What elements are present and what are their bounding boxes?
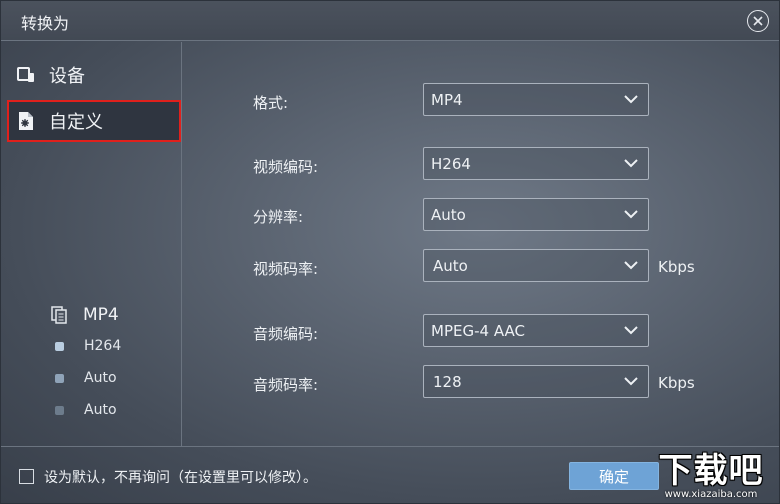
chevron-down-icon [624,261,638,270]
video-bitrate-select[interactable]: Auto [423,249,649,282]
resolution-label: 分辨率: [253,208,304,226]
resolution-select[interactable]: Auto [423,198,649,231]
dialog-title: 转换为 [21,14,70,33]
watermark-url: www.xiazaiba.com [664,488,758,500]
video-bitrate-unit: Kbps [658,258,695,276]
format-label: 格式: [253,94,289,112]
resolution-value: Auto [431,205,466,224]
audio-bitrate-value: 128 [433,372,462,391]
sidebar: 设备 自定义 MP4 H264 Auto Auto [1,42,182,446]
watermark-text: 下载吧 [658,450,764,491]
sidebar-item-device[interactable]: 设备 [9,55,181,95]
audio-bitrate-label: 音频码率: [253,376,319,394]
video-codec-label: 视频编码: [253,158,319,176]
device-icon [15,64,37,86]
chevron-down-icon [624,377,638,386]
format-value: MP4 [431,90,463,109]
set-default-checkbox[interactable] [19,469,34,484]
audio-codec-select[interactable]: MPEG-4 AAC [423,314,649,347]
audio-bitrate-select[interactable]: 128 [423,365,649,398]
summary-format-label: MP4 [83,305,119,325]
bullet-icon [55,405,64,415]
video-codec-value: H264 [431,154,471,173]
summary-format: MP4 [51,300,121,330]
bullet-icon [55,373,64,383]
sidebar-item-label: 设备 [49,66,85,87]
video-codec-select[interactable]: H264 [423,147,649,180]
close-icon [753,16,763,26]
summary-value: Auto [84,402,117,418]
custom-file-icon [15,110,37,132]
watermark: 下载吧 www.xiazaiba.com [641,448,780,504]
audio-codec-value: MPEG-4 AAC [431,321,525,340]
summary-row: Auto [51,394,121,426]
summary-row: H264 [51,330,121,362]
chevron-down-icon [624,95,638,104]
file-copy-icon [51,305,69,325]
video-bitrate-value: Auto [433,256,468,275]
audio-codec-label: 音频编码: [253,325,319,343]
sidebar-item-custom[interactable]: 自定义 [7,100,181,142]
summary-value: H264 [84,338,122,354]
summary-value: Auto [84,370,117,386]
settings-summary: MP4 H264 Auto Auto [51,300,121,426]
close-button[interactable] [747,10,769,32]
format-select[interactable]: MP4 [423,83,649,116]
bullet-icon [55,341,64,351]
sidebar-item-label: 自定义 [49,112,103,133]
audio-bitrate-unit: Kbps [658,374,695,392]
set-default-label[interactable]: 设为默认，不再询问（在设置里可以修改）。 [44,467,317,487]
chevron-down-icon [624,326,638,335]
chevron-down-icon [624,159,638,168]
summary-row: Auto [51,362,121,394]
video-bitrate-label: 视频码率: [253,260,319,278]
title-bar: 转换为 [1,1,779,41]
convert-dialog: 转换为 设备 自定义 MP4 H264 Auto Auto 格式: MP4 视频… [0,0,780,504]
chevron-down-icon [624,210,638,219]
